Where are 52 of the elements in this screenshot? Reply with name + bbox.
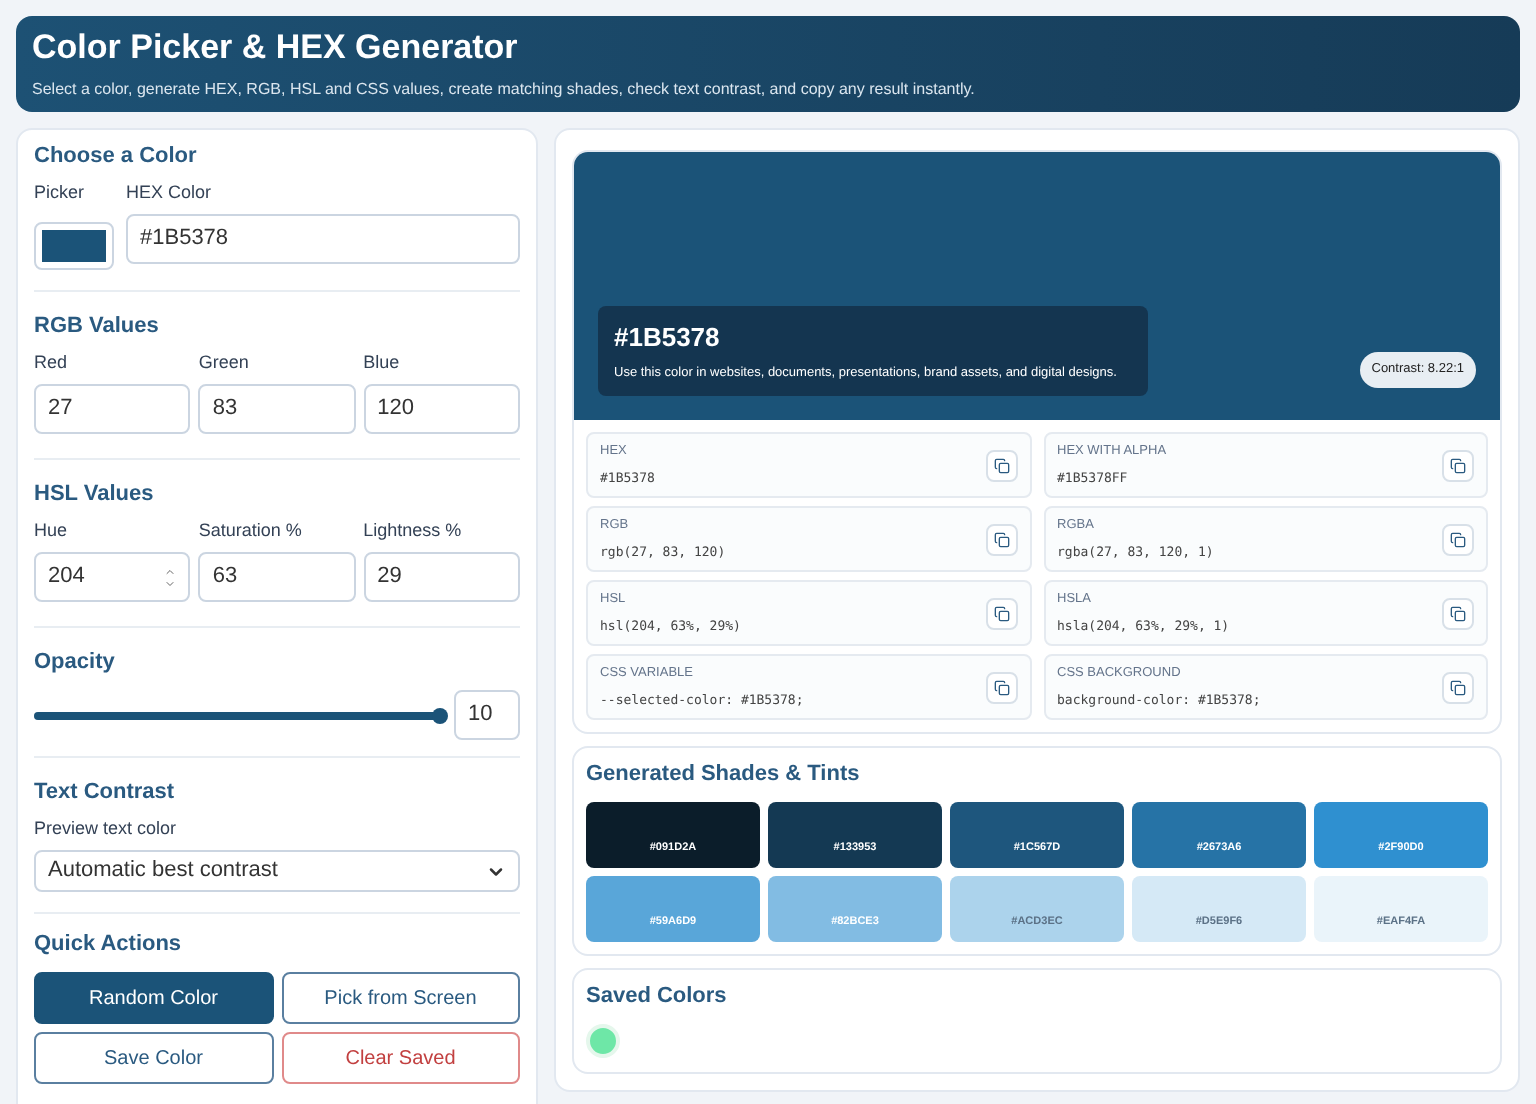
opacity-slider[interactable]	[34, 711, 442, 719]
section-title: Quick Actions	[34, 934, 184, 956]
field-label: HEX Color	[126, 184, 214, 202]
page-subtitle: Select a color, generate HEX, RGB, HSL and CSS values, create matching shades, check text contrast, and copy any result instantly.	[32, 77, 977, 102]
copy-icon	[1450, 605, 1466, 621]
field-label: Red	[34, 354, 70, 372]
copy-button[interactable]	[1442, 597, 1474, 629]
copy-button[interactable]	[1442, 671, 1474, 703]
section-title: Saved Colors	[586, 986, 729, 1008]
field-label: Preview text color	[34, 820, 179, 838]
action-button[interactable]: Random Color	[34, 972, 273, 1024]
copy-icon	[993, 605, 1009, 621]
section-title: Opacity	[34, 652, 117, 674]
field-label: Green	[198, 354, 251, 372]
page-title: Color Picker & HEX Generator	[32, 26, 520, 70]
section-title: Text Contrast	[34, 782, 177, 804]
preview-hex: #1B5378	[614, 319, 722, 356]
section-title: HSL Values	[34, 484, 156, 506]
hex-input[interactable]: #1B5378	[126, 214, 520, 264]
field-label: Saturation %	[198, 522, 304, 540]
action-button[interactable]: Clear Saved	[281, 1032, 520, 1084]
copy-icon	[1450, 531, 1466, 547]
field-label: Picker	[34, 184, 87, 202]
number-input[interactable]: 83	[198, 384, 356, 434]
copy-button[interactable]	[1442, 449, 1474, 481]
action-button[interactable]: Save Color	[34, 1032, 273, 1084]
section-title: Choose a Color	[34, 146, 199, 168]
section-title: Generated Shades & Tints	[586, 764, 862, 786]
copy-button[interactable]	[985, 671, 1017, 703]
color-picker[interactable]	[34, 222, 114, 270]
copy-icon	[1450, 457, 1466, 473]
copy-button[interactable]	[985, 449, 1017, 481]
number-input[interactable]: 63	[198, 552, 356, 602]
number-input[interactable]: 27	[34, 384, 191, 434]
color-swatch	[42, 230, 106, 262]
section-title: RGB Values	[34, 316, 161, 338]
copy-button[interactable]	[1442, 523, 1474, 555]
copy-button[interactable]	[985, 523, 1017, 555]
copy-icon	[993, 679, 1009, 695]
text-color-select[interactable]: Automatic best contrast	[34, 850, 520, 892]
number-input[interactable]: 29	[363, 552, 520, 602]
number-input[interactable]: 120	[363, 384, 520, 434]
action-button[interactable]: Pick from Screen	[281, 972, 520, 1024]
number-input[interactable]: 204	[34, 552, 191, 602]
copy-icon	[993, 457, 1009, 473]
copy-icon	[993, 531, 1009, 547]
opacity-input[interactable]: 10	[454, 690, 520, 740]
field-label: Lightness %	[363, 522, 464, 540]
field-label: Blue	[363, 354, 402, 372]
copy-button[interactable]	[985, 597, 1017, 629]
copy-icon	[1450, 679, 1466, 695]
field-label: Hue	[34, 522, 70, 540]
